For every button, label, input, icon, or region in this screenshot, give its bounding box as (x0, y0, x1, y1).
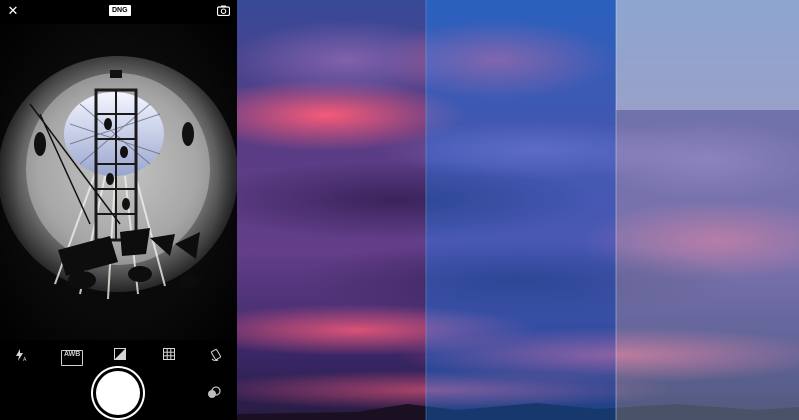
white-balance-button[interactable]: AWB (61, 350, 84, 366)
flash-auto-icon[interactable]: A (14, 348, 28, 362)
panel-blue (426, 0, 616, 420)
mode-toggle-icon[interactable] (207, 386, 221, 400)
shutter-button[interactable] (96, 371, 140, 415)
camera-app: ✕ DNG A AWB (0, 0, 237, 420)
exposure-icon[interactable] (114, 348, 126, 362)
sunset-comparison (237, 0, 799, 420)
panel-warm (237, 0, 426, 420)
close-icon[interactable]: ✕ (6, 4, 20, 18)
grid-icon[interactable] (163, 348, 175, 362)
switch-camera-icon[interactable] (217, 5, 230, 16)
camera-viewfinder[interactable] (0, 24, 237, 340)
camera-controls-row: A AWB (0, 344, 237, 366)
camera-top-bar: ✕ DNG (0, 0, 237, 24)
format-badge[interactable]: DNG (109, 5, 131, 16)
rotate-icon[interactable] (210, 348, 223, 362)
svg-text:A: A (23, 357, 27, 362)
